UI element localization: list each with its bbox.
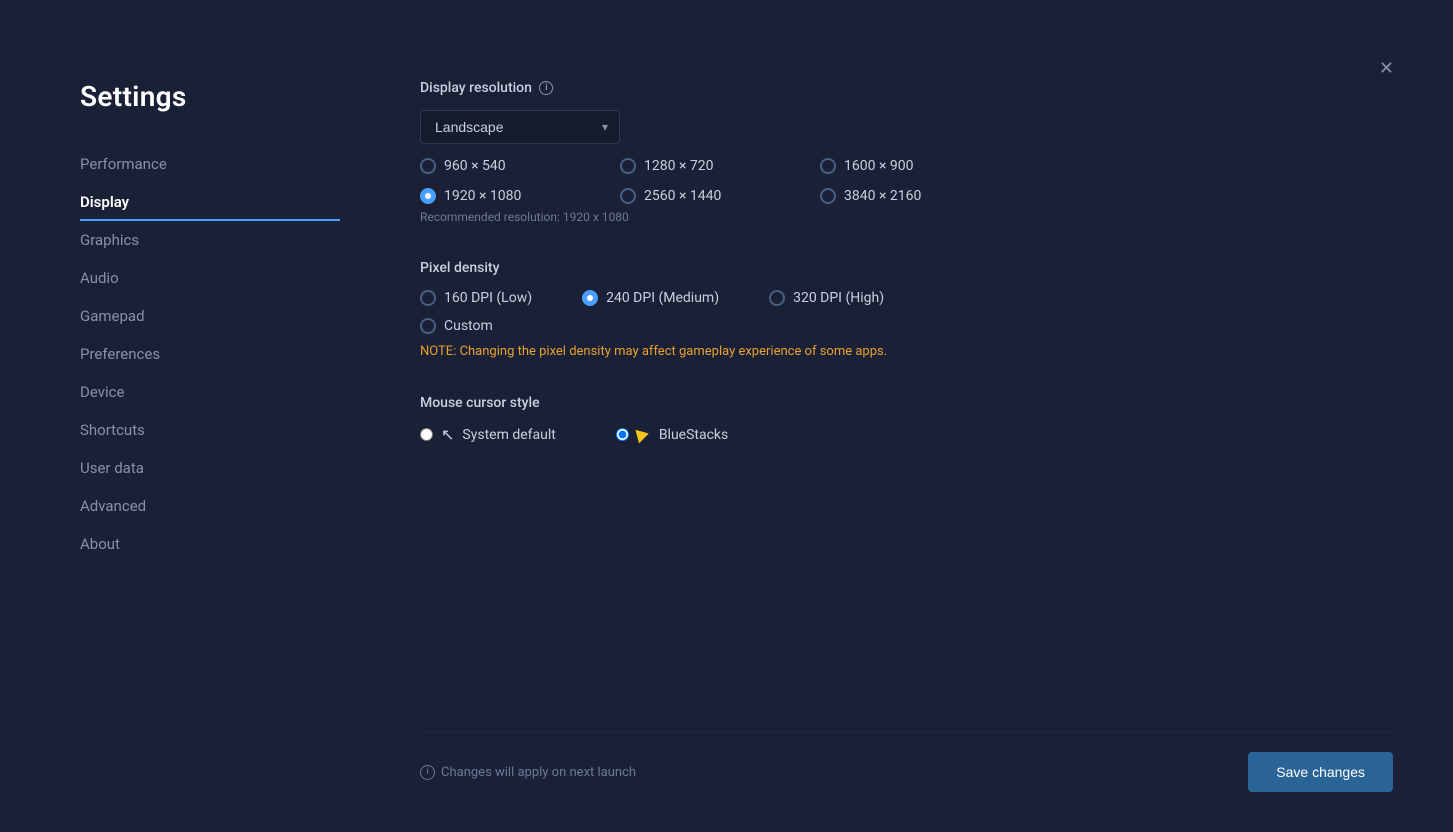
- resolution-radio-3840[interactable]: [820, 188, 836, 204]
- sidebar-item-user-data[interactable]: User data: [80, 449, 340, 487]
- sidebar-item-audio[interactable]: Audio: [80, 259, 340, 297]
- resolution-radio-960[interactable]: [420, 158, 436, 174]
- content-main: Display resolution i Landscape Portrait …: [420, 80, 1393, 731]
- resolution-option-1280[interactable]: 1280 × 720: [620, 158, 820, 174]
- display-resolution-section: Display resolution i Landscape Portrait …: [420, 80, 1393, 224]
- footer-info-icon: i: [420, 765, 435, 780]
- resolution-radio-1280[interactable]: [620, 158, 636, 174]
- cursor-option-system[interactable]: ↖ System default: [420, 425, 556, 444]
- orientation-dropdown[interactable]: Landscape Portrait: [420, 110, 620, 144]
- content-area: Display resolution i Landscape Portrait …: [340, 80, 1453, 832]
- cursor-radio-bluestacks[interactable]: [616, 428, 629, 441]
- display-resolution-info-icon[interactable]: i: [539, 81, 553, 95]
- recommended-resolution-text: Recommended resolution: 1920 x 1080: [420, 210, 1393, 224]
- dpi-option-160[interactable]: 160 DPI (Low): [420, 290, 532, 306]
- resolution-grid: 960 × 540 1280 × 720 1600 × 900 192: [420, 158, 1393, 204]
- mouse-cursor-label: Mouse cursor style: [420, 395, 1393, 411]
- sidebar-item-performance[interactable]: Performance: [80, 145, 340, 183]
- system-cursor-icon: ↖: [441, 425, 454, 444]
- sidebar-item-preferences[interactable]: Preferences: [80, 335, 340, 373]
- pixel-density-note: NOTE: Changing the pixel density may aff…: [420, 344, 1393, 359]
- bluestacks-cursor-icon: [635, 426, 650, 443]
- cursor-options-row: ↖ System default BlueStacks: [420, 425, 1393, 444]
- sidebar-item-shortcuts[interactable]: Shortcuts: [80, 411, 340, 449]
- close-button[interactable]: ✕: [1375, 55, 1398, 81]
- dpi-option-custom[interactable]: Custom: [420, 318, 1393, 334]
- sidebar-item-about[interactable]: About: [80, 525, 340, 563]
- footer-note-text: Changes will apply on next launch: [441, 765, 636, 780]
- sidebar-item-device[interactable]: Device: [80, 373, 340, 411]
- resolution-radio-1920[interactable]: [420, 188, 436, 204]
- sidebar: Settings Performance Display Graphics Au…: [0, 80, 340, 832]
- footer-note: i Changes will apply on next launch: [420, 765, 636, 780]
- resolution-option-3840[interactable]: 3840 × 2160: [820, 188, 1020, 204]
- cursor-radio-system[interactable]: [420, 428, 433, 441]
- dpi-radio-240[interactable]: [582, 290, 598, 306]
- resolution-option-1920[interactable]: 1920 × 1080: [420, 188, 620, 204]
- dpi-option-240[interactable]: 240 DPI (Medium): [582, 290, 719, 306]
- footer-bar: i Changes will apply on next launch Save…: [420, 731, 1393, 832]
- mouse-cursor-section: Mouse cursor style ↖ System default Blue…: [420, 395, 1393, 444]
- dpi-radio-160[interactable]: [420, 290, 436, 306]
- dpi-radio-320[interactable]: [769, 290, 785, 306]
- resolution-radio-2560[interactable]: [620, 188, 636, 204]
- pixel-density-section: Pixel density 160 DPI (Low) 240 DPI (Med…: [420, 260, 1393, 359]
- sidebar-nav: Performance Display Graphics Audio Gamep…: [80, 145, 340, 563]
- sidebar-item-advanced[interactable]: Advanced: [80, 487, 340, 525]
- dpi-option-320[interactable]: 320 DPI (High): [769, 290, 884, 306]
- resolution-option-960[interactable]: 960 × 540: [420, 158, 620, 174]
- pixel-density-label: Pixel density: [420, 260, 1393, 276]
- cursor-option-bluestacks[interactable]: BlueStacks: [616, 427, 728, 443]
- orientation-dropdown-container: Landscape Portrait ▾: [420, 110, 620, 144]
- resolution-radio-1600[interactable]: [820, 158, 836, 174]
- sidebar-item-graphics[interactable]: Graphics: [80, 221, 340, 259]
- resolution-option-2560[interactable]: 2560 × 1440: [620, 188, 820, 204]
- dpi-radio-custom[interactable]: [420, 318, 436, 334]
- sidebar-item-display[interactable]: Display: [80, 183, 340, 221]
- settings-container: Settings Performance Display Graphics Au…: [0, 0, 1453, 832]
- sidebar-item-gamepad[interactable]: Gamepad: [80, 297, 340, 335]
- page-title: Settings: [80, 80, 340, 113]
- save-changes-button[interactable]: Save changes: [1248, 752, 1393, 792]
- display-resolution-label: Display resolution i: [420, 80, 1393, 96]
- resolution-option-1600[interactable]: 1600 × 900: [820, 158, 1020, 174]
